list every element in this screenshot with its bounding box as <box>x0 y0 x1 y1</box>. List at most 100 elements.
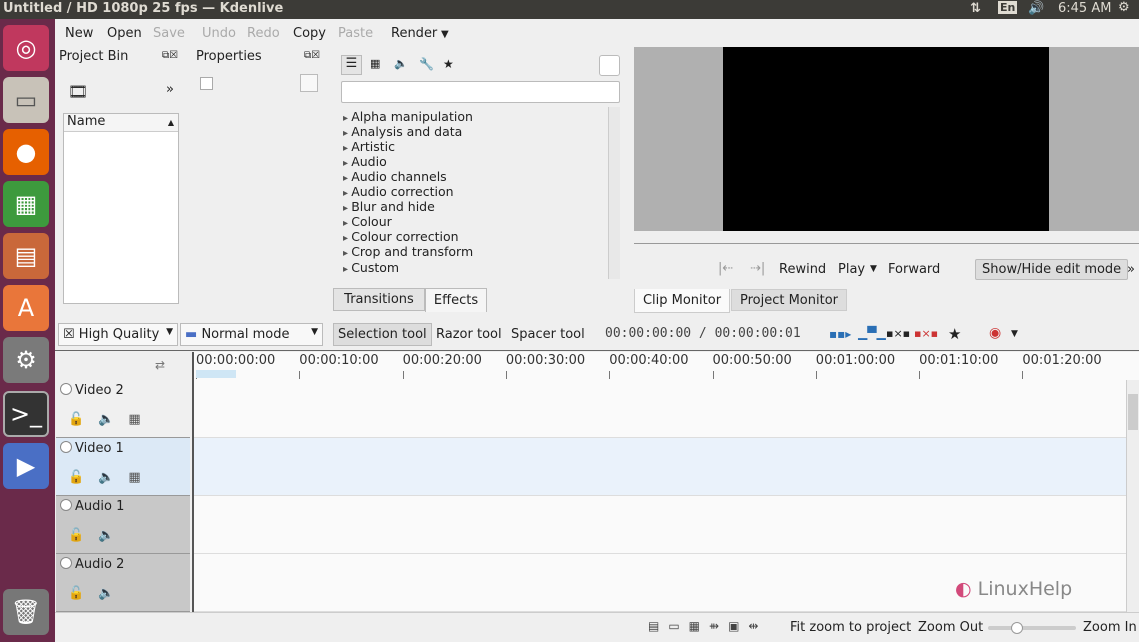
spreadsheet-icon[interactable]: ▦ <box>3 181 49 227</box>
view-toggle-icons[interactable]: ▤▭▦⇻▣⇹ <box>648 619 767 633</box>
add-clip-icon[interactable]: 🎞 <box>68 82 88 101</box>
properties-config-button[interactable] <box>300 74 318 92</box>
spacer-tool-button[interactable]: Spacer tool <box>511 327 585 342</box>
lane-video-2[interactable] <box>194 380 1126 438</box>
tab-transitions[interactable]: Transitions <box>333 288 425 311</box>
lane-audio-1[interactable] <box>194 496 1126 554</box>
play-button[interactable]: Play <box>838 262 865 277</box>
volume-icon[interactable]: 🔊 <box>1028 1 1044 16</box>
effect-category[interactable]: Crop and transform <box>343 244 473 259</box>
effect-category[interactable]: Analysis and data <box>343 124 462 139</box>
zoom-out-button[interactable]: Zoom Out <box>918 620 983 635</box>
extract-icon[interactable]: ▪×▪ <box>914 327 938 340</box>
video-filter-icon[interactable]: ▦ <box>370 57 380 70</box>
firefox-icon[interactable]: ● <box>3 129 49 175</box>
kdenlive-icon[interactable]: ▶ <box>3 443 49 489</box>
chevron-down-icon[interactable]: ▼ <box>1011 329 1018 339</box>
track-audio-2[interactable]: Audio 2 🔓🔈 <box>56 554 190 612</box>
open-button[interactable]: Open <box>107 26 142 41</box>
effect-category[interactable]: Audio <box>343 154 387 169</box>
chevron-down-icon: ▼ <box>311 327 318 337</box>
effects-search-input[interactable] <box>341 81 620 103</box>
track-controls-icon[interactable]: 🔓🔈▦ <box>68 470 155 485</box>
track-audio-1[interactable]: Audio 1 🔓🔈 <box>56 496 190 554</box>
effect-category[interactable]: Audio correction <box>343 184 453 199</box>
quality-select[interactable]: ☒ High Quality ▼ <box>58 323 178 346</box>
float-close-icon[interactable]: ⧉☒ <box>304 50 320 61</box>
impress-icon[interactable]: ▤ <box>3 233 49 279</box>
effects-menu-button[interactable] <box>599 55 620 76</box>
bin-list[interactable]: Name ▲ <box>63 113 179 304</box>
timeline-scrollbar[interactable] <box>1126 380 1139 612</box>
edit-mode-button[interactable]: Show/Hide edit mode <box>975 259 1129 280</box>
star-icon[interactable]: ★ <box>443 57 454 71</box>
paste-button[interactable]: Paste <box>338 26 373 41</box>
rewind-button[interactable]: Rewind <box>779 262 826 277</box>
float-close-icon[interactable]: ⧉☒ <box>162 50 178 61</box>
more-icon[interactable]: » <box>166 82 174 97</box>
record-icon[interactable]: ◉ <box>989 325 1001 341</box>
name-column-header[interactable]: Name ▲ <box>64 114 178 132</box>
terminal-icon[interactable]: >_ <box>3 391 49 437</box>
scrollbar-thumb[interactable] <box>1128 394 1138 430</box>
ruler-label: 00:00:40:00 <box>609 353 689 368</box>
zoom-slider[interactable] <box>988 622 1076 634</box>
effect-category[interactable]: Blur and hide <box>343 199 435 214</box>
trash-icon[interactable]: 🗑 <box>3 589 49 635</box>
razor-tool-button[interactable]: Razor tool <box>436 327 502 342</box>
undo-button[interactable]: Undo <box>202 26 236 41</box>
track-controls-icon[interactable]: 🔓🔈 <box>68 586 128 601</box>
ubuntu-logo-icon[interactable]: ◎ <box>3 25 49 71</box>
effect-category[interactable]: Audio channels <box>343 169 446 184</box>
clock[interactable]: 6:45 AM <box>1058 1 1111 16</box>
render-button[interactable]: Render <box>391 26 437 41</box>
more-icon[interactable]: » <box>1127 262 1135 277</box>
track-controls-icon[interactable]: 🔓🔈 <box>68 528 128 543</box>
list-view-icon[interactable]: ☰ <box>341 55 362 75</box>
effect-category[interactable]: Artistic <box>343 139 395 154</box>
track-video-1[interactable]: Video 1 🔓🔈▦ <box>56 438 190 496</box>
mode-select[interactable]: ▬ Normal mode ▼ <box>180 323 323 346</box>
redo-button[interactable]: Redo <box>247 26 280 41</box>
track-controls-icon[interactable]: 🔓🔈▦ <box>68 412 155 427</box>
overwrite-icon[interactable]: ▁▀▁ <box>858 326 886 340</box>
save-button[interactable]: Save <box>153 26 185 41</box>
go-start-icon[interactable]: |⇠ <box>718 261 733 276</box>
tab-project-monitor[interactable]: Project Monitor <box>731 289 847 311</box>
tab-clip-monitor[interactable]: Clip Monitor <box>634 289 730 313</box>
video-preview[interactable] <box>723 47 1049 231</box>
chevron-down-icon[interactable]: ▼ <box>870 264 877 274</box>
effects-scrollbar[interactable] <box>608 107 620 279</box>
files-icon[interactable]: ▭ <box>3 77 49 123</box>
timecode-display[interactable]: 00:00:00:00 / 00:00:00:01 <box>605 326 801 341</box>
star-icon[interactable]: ★ <box>948 325 961 343</box>
go-end-icon[interactable]: ⇢| <box>750 261 765 276</box>
audio-filter-icon[interactable]: 🔈 <box>394 57 408 70</box>
fit-zoom-button[interactable]: Fit zoom to project <box>790 620 911 635</box>
lift-icon[interactable]: ▪×▪ <box>886 327 910 340</box>
network-icon[interactable]: ⇅ <box>970 1 981 16</box>
copy-button[interactable]: Copy <box>293 26 326 41</box>
wrench-icon[interactable]: 🔧 <box>419 57 434 71</box>
effect-category[interactable]: Custom <box>343 260 399 275</box>
track-video-2[interactable]: Video 2 🔓🔈▦ <box>56 380 190 438</box>
playhead-zone[interactable] <box>196 370 236 378</box>
properties-checkbox[interactable] <box>200 77 213 90</box>
effect-category[interactable]: Alpha manipulation <box>343 109 473 124</box>
keyboard-indicator[interactable]: En <box>998 1 1018 14</box>
tab-effects[interactable]: Effects <box>425 288 487 312</box>
effect-category[interactable]: Colour <box>343 214 392 229</box>
gear-icon[interactable]: ⚙ <box>1118 0 1130 15</box>
software-center-icon[interactable]: A <box>3 285 49 331</box>
selection-tool-button[interactable]: Selection tool <box>333 323 432 346</box>
zoom-in-button[interactable]: Zoom In <box>1083 620 1137 635</box>
zoom-slider-thumb[interactable] <box>1010 622 1023 634</box>
effect-category[interactable]: Colour correction <box>343 229 458 244</box>
insert-icon[interactable]: ▪▪▸ <box>829 327 851 341</box>
lane-video-1[interactable] <box>194 438 1126 496</box>
monitor-ruler[interactable] <box>634 243 1139 244</box>
system-settings-icon[interactable]: ⚙ <box>3 337 49 383</box>
new-button[interactable]: New <box>65 26 93 41</box>
track-config-icon[interactable]: ⇄ <box>155 358 165 372</box>
forward-button[interactable]: Forward <box>888 262 940 277</box>
